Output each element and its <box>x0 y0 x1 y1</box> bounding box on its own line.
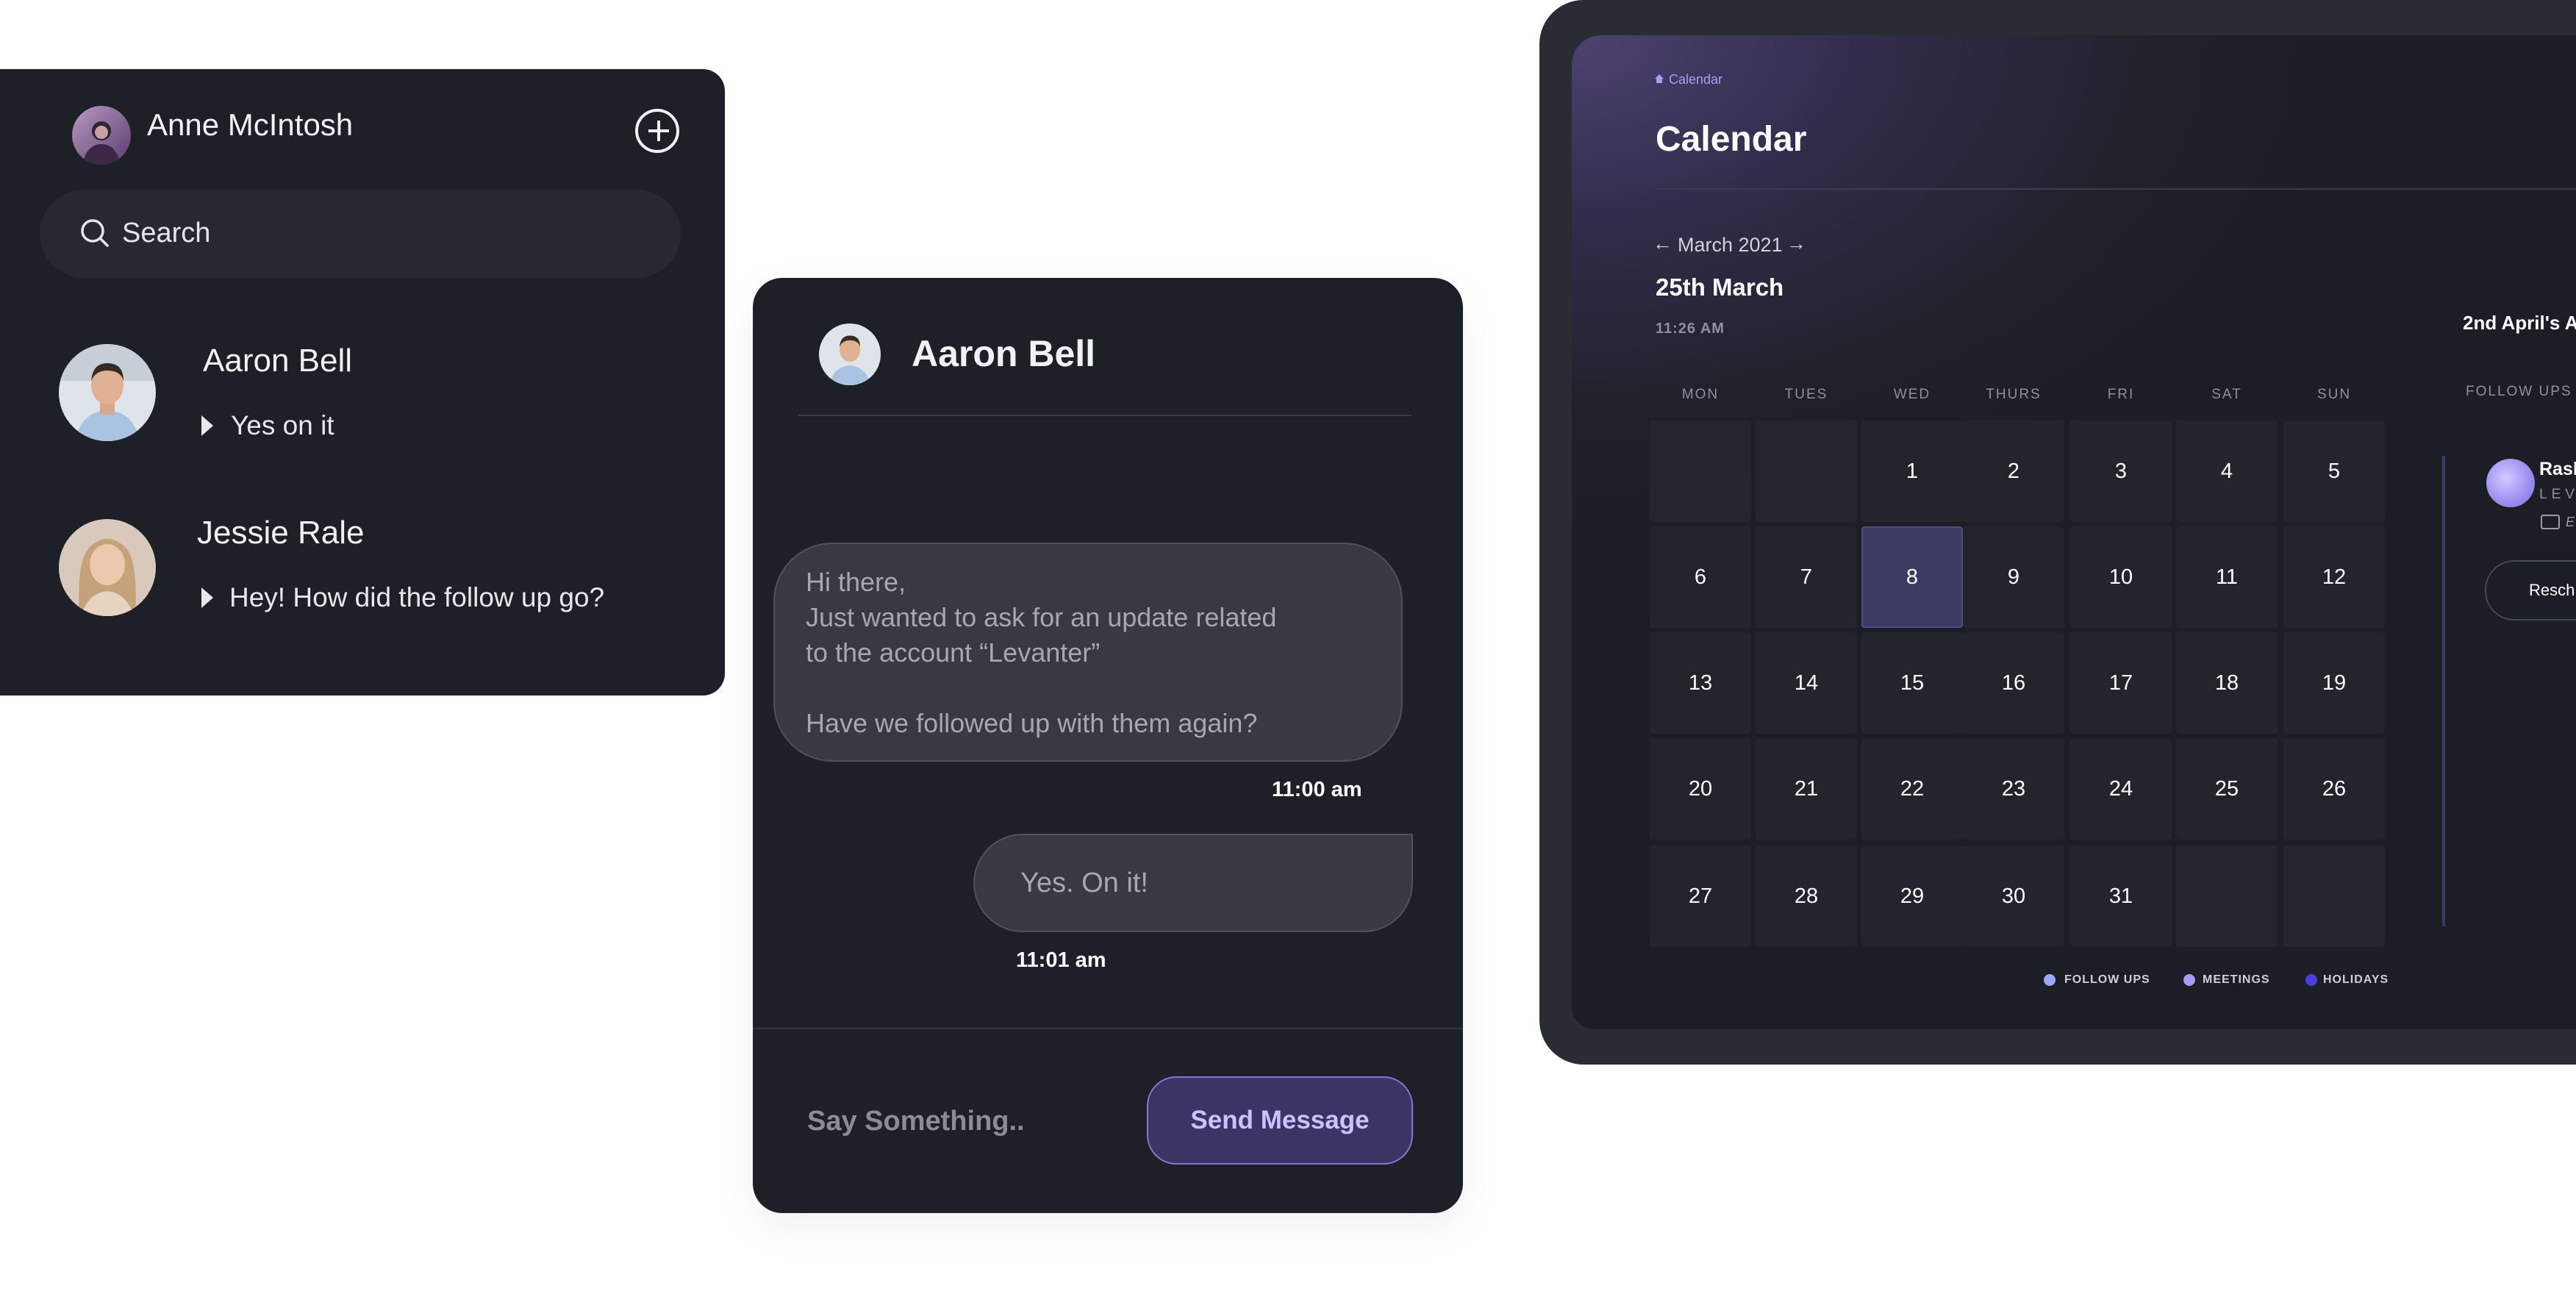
calendar-day-6[interactable]: 6 <box>1650 526 1751 628</box>
chat-contact-avatar <box>819 323 881 385</box>
weekday-label: FRI <box>2107 387 2135 402</box>
next-month-arrow-icon[interactable]: → <box>1786 232 1806 255</box>
incoming-message-text: Hi there, Just wanted to ask for an upda… <box>806 567 1277 738</box>
chat-header-divider <box>798 415 1412 416</box>
weekday-label: TUES <box>1784 387 1828 402</box>
calendar-day-11[interactable]: 11 <box>2176 526 2278 628</box>
calendar-day-29[interactable]: 29 <box>1861 845 1963 947</box>
agenda-item-name: Rash <box>2539 459 2576 479</box>
legend-holidays: HOLIDAYS <box>2323 973 2389 986</box>
outgoing-message-text: Yes. On it! <box>1020 868 1148 898</box>
message-timestamp: 11:01 am <box>1016 948 1106 972</box>
home-icon <box>1655 74 1664 83</box>
weekday-label: THURS <box>1986 387 2042 402</box>
selected-date: 25th March <box>1656 273 1784 301</box>
mail-icon <box>2541 515 2560 529</box>
contact-name: Aaron Bell <box>203 343 353 379</box>
calendar-day-5[interactable]: 5 <box>2283 421 2385 522</box>
calendar-day-3[interactable]: 3 <box>2070 421 2172 522</box>
contact-avatar <box>59 519 156 616</box>
new-chat-button[interactable] <box>635 109 679 153</box>
weekday-label: SAT <box>2211 387 2242 402</box>
agenda-item-email: E <box>2566 515 2575 529</box>
calendar-day-20[interactable]: 20 <box>1650 738 1751 840</box>
weekday-label: SUN <box>2316 387 2352 402</box>
agenda-title: 2nd April's Ag <box>2463 312 2576 334</box>
legend-dot-follow-ups <box>2044 974 2056 986</box>
calendar-day-25[interactable]: 25 <box>2176 738 2278 840</box>
agenda-section-label: FOLLOW UPS <box>2466 384 2572 399</box>
calendar-day-15[interactable]: 15 <box>1861 632 1963 734</box>
month-label: March 2021 <box>1678 234 1783 256</box>
page-title: Calendar <box>1656 120 1807 159</box>
calendar-day-10[interactable]: 10 <box>2070 526 2172 628</box>
legend-dot-meetings <box>2183 974 2195 986</box>
calendar-day-14[interactable]: 14 <box>1756 632 1857 734</box>
calendar-day-27[interactable]: 27 <box>1650 845 1751 947</box>
calendar-day-9[interactable]: 9 <box>1963 526 2064 628</box>
calendar-day-18[interactable]: 18 <box>2176 632 2278 734</box>
user-avatar[interactable] <box>72 106 131 165</box>
calendar-day-4[interactable]: 4 <box>2176 421 2278 522</box>
calendar-day-2[interactable]: 2 <box>1963 421 2064 522</box>
search-placeholder: Search <box>122 218 211 248</box>
calendar-day-24[interactable]: 24 <box>2070 738 2172 840</box>
calendar-empty-cell <box>2283 845 2385 947</box>
calendar-day-21[interactable]: 21 <box>1756 738 1857 840</box>
calendar-day-13[interactable]: 13 <box>1650 632 1751 734</box>
send-message-button[interactable]: Send Message <box>1147 1076 1413 1165</box>
contact-last-message: Yes on it <box>231 410 334 440</box>
breadcrumb-calendar[interactable]: Calendar <box>1669 72 1722 87</box>
chat-contact-name: Aaron Bell <box>912 333 1096 374</box>
current-time: 11:26 AM <box>1656 321 1725 337</box>
title-divider <box>1656 188 2576 190</box>
calendar-day-23[interactable]: 23 <box>1963 738 2064 840</box>
search-icon <box>81 219 109 247</box>
composer-divider <box>753 1028 1463 1029</box>
caret-right-icon <box>201 415 213 436</box>
calendar-day-16[interactable]: 16 <box>1963 632 2064 734</box>
contact-name: Jessie Rale <box>197 515 365 551</box>
legend-dot-holidays <box>2305 974 2317 986</box>
calendar-empty-cell <box>1756 421 1857 522</box>
calendar-empty-cell <box>2176 845 2278 947</box>
prev-month-arrow-icon[interactable]: ← <box>1653 232 1672 255</box>
calendar-day-30[interactable]: 30 <box>1963 845 2064 947</box>
calendar-empty-cell <box>1650 421 1751 522</box>
weekday-label: MON <box>1681 387 1720 402</box>
calendar-day-22[interactable]: 22 <box>1861 738 1963 840</box>
current-user-name: Anne McIntosh <box>147 107 354 142</box>
calendar-day-28[interactable]: 28 <box>1756 845 1857 947</box>
legend-meetings: MEETINGS <box>2203 973 2270 986</box>
calendar-day-12[interactable]: 12 <box>2283 526 2385 628</box>
contact-last-message: Hey! How did the follow up go? <box>229 582 605 612</box>
calendar-day-31[interactable]: 31 <box>2070 845 2172 947</box>
reschedule-button[interactable]: Resch <box>2485 560 2576 621</box>
message-timestamp: 11:00 am <box>1272 778 1362 801</box>
calendar-day-17[interactable]: 17 <box>2070 632 2172 734</box>
contact-avatar <box>59 344 156 441</box>
calendar-day-8[interactable]: 8 <box>1861 526 1963 628</box>
legend-follow-ups: FOLLOW UPS <box>2064 973 2150 986</box>
message-input[interactable]: Say Something.. <box>807 1106 1025 1137</box>
weekday-label: WED <box>1893 387 1931 402</box>
calendar-day-19[interactable]: 19 <box>2283 632 2385 734</box>
calendar-day-1[interactable]: 1 <box>1861 421 1963 522</box>
calendar-day-26[interactable]: 26 <box>2283 738 2385 840</box>
calendar-day-7[interactable]: 7 <box>1756 526 1857 628</box>
agenda-avatar <box>2486 459 2535 507</box>
caret-right-icon <box>201 587 213 608</box>
agenda-item-subtitle: LEV <box>2539 487 2576 502</box>
agenda-timeline <box>2442 456 2445 926</box>
